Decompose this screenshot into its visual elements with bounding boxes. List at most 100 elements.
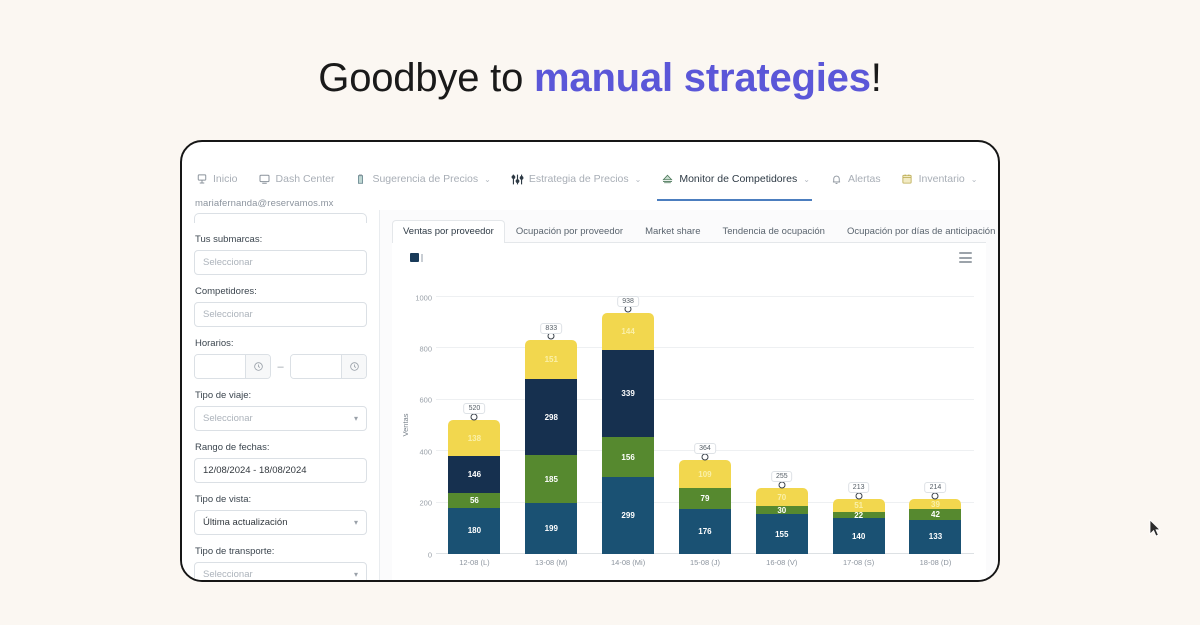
tab-market-share[interactable]: Market share [634, 220, 711, 242]
bar-stack[interactable]: 151 298 185 199 [525, 339, 578, 554]
bar-column[interactable]: 151 298 185 199 833 [525, 297, 578, 554]
tab-label: Ventas por proveedor [403, 226, 494, 237]
bar-segment-serie-2[interactable]: 185 [525, 455, 578, 503]
bar-segment-serie-1[interactable]: 155 [755, 514, 808, 554]
bar-segment-serie-2[interactable]: 156 [602, 437, 655, 478]
bar-segment-serie-3[interactable]: 339 [602, 349, 655, 438]
nav-item-sugerencia-de-precios[interactable]: Sugerencia de Precios ⌄ [354, 168, 501, 190]
bar-segment-serie-4[interactable]: 144 [602, 312, 655, 350]
y-axis-tick: 800 [419, 344, 432, 354]
nav-item-inventario[interactable]: Inventario ⌄ [901, 168, 989, 190]
nav-item-dash-center[interactable]: Dash Center [258, 168, 346, 190]
tab-label: Market share [645, 226, 701, 237]
bar-segment-value: 133 [928, 532, 943, 542]
time-end-input[interactable] [289, 354, 367, 379]
calendar-icon [901, 173, 914, 186]
nav-item-label: Monitor de Competidores [679, 173, 798, 185]
bar-segment-serie-4[interactable]: 39 [909, 499, 962, 510]
field-tipo-de-viaje[interactable]: Seleccionar ▾ [194, 406, 367, 431]
bar-stack[interactable]: 39 42 133 [909, 499, 962, 554]
field-value-tipo-de-vista: Última actualización [203, 517, 288, 528]
app-body: Tus submarcas: Seleccionar Competidores: Se… [182, 210, 998, 580]
bar-segment-serie-3[interactable]: 298 [525, 378, 578, 456]
bar-segment-serie-4[interactable]: 138 [448, 420, 501, 456]
bar-segment-serie-2[interactable]: 42 [909, 509, 962, 520]
time-end-value[interactable] [290, 355, 341, 378]
bar-column[interactable]: 39 42 133 214 [909, 297, 962, 554]
bar-segment-serie-2[interactable]: 56 [448, 493, 501, 508]
bar-segment-serie-4[interactable]: 70 [755, 488, 808, 507]
field-tipo-de-transporte[interactable]: Seleccionar ▾ [194, 562, 367, 580]
bar-column[interactable]: 138 146 56 180 520 [448, 297, 501, 554]
nav-item-label: Sugerencia de Precios [372, 173, 479, 185]
chevron-down-icon: ⌄ [803, 174, 810, 184]
bar-total-label: 214 [924, 482, 947, 494]
bar-total-label: 255 [770, 471, 793, 483]
bar-segment-serie-1[interactable]: 133 [909, 519, 962, 554]
bar-segment-serie-1[interactable]: 199 [525, 502, 578, 554]
bar-segment-value: 79 [700, 494, 710, 504]
nav-item-alertas[interactable]: Alertas [830, 168, 892, 190]
y-axis-label: Ventas [400, 413, 410, 436]
tab-ventas-por-proveedor[interactable]: Ventas por proveedor [392, 220, 505, 243]
legend-tick-icon [421, 254, 423, 262]
bar-segment-value: 30 [777, 506, 787, 515]
field-rango-de-fechas[interactable]: 12/08/2024 - 18/08/2024 [194, 458, 367, 483]
tab-label: Ocupación por días de anticipación [846, 226, 996, 237]
bar-segment-serie-2[interactable]: 79 [678, 488, 731, 509]
time-start-value[interactable] [195, 355, 246, 378]
field-submarcas[interactable]: Seleccionar [194, 250, 367, 275]
bar-segment-serie-4[interactable]: 51 [832, 499, 885, 513]
mouse-cursor [1149, 519, 1161, 537]
x-axis-label: 14-08 (Mi) [611, 558, 646, 567]
total-marker-dot [701, 453, 709, 461]
clock-icon[interactable] [341, 355, 366, 378]
bar-segment-serie-4[interactable]: 109 [678, 460, 731, 489]
chevron-down-icon: ⌄ [970, 174, 978, 184]
nav-item-monitor-de-competidores[interactable]: Monitor de Competidores ⌄ [657, 168, 821, 201]
filters-sidebar: Tus submarcas: Seleccionar Competidores: Se… [182, 210, 380, 580]
nav-item-label: Inicio [213, 173, 238, 185]
app-window: Inicio Dash Center Sugerencia de Precios ⌄ E… [180, 140, 1000, 582]
bar-stack[interactable]: 109 79 176 [678, 460, 731, 554]
tab-ocupaci-n-por-d-as-de-anticipaci-n[interactable]: Ocupación por días de anticipación [836, 220, 998, 242]
bar-segment-serie-1[interactable]: 176 [678, 508, 731, 554]
bar-segment-serie-2[interactable]: 30 [755, 506, 808, 515]
field-tipo-de-vista[interactable]: Última actualización ▾ [194, 510, 367, 535]
time-start-input[interactable] [194, 354, 272, 379]
tab-tendencia-de-ocupaci-n[interactable]: Tendencia de ocupación [712, 220, 836, 242]
bar-stack[interactable]: 51 22 140 [832, 499, 885, 554]
tab-ocupaci-n-por-proveedor[interactable]: Ocupación por proveedor [505, 220, 634, 242]
field-competidores[interactable]: Seleccionar [194, 302, 367, 327]
chart-menu-icon[interactable] [959, 252, 972, 263]
bar-column[interactable]: 70 30 155 255 [755, 297, 808, 554]
truncated-field-above[interactable] [194, 213, 367, 223]
bar-stack[interactable]: 70 30 155 [755, 488, 808, 554]
bar-segment-serie-4[interactable]: 151 [525, 339, 578, 379]
bar-column[interactable]: 51 22 140 213 [832, 297, 885, 554]
field-value-tipo-de-viaje: Seleccionar [203, 413, 253, 424]
bar-segment-value: 109 [698, 469, 712, 479]
bar-segment-value: 151 [544, 354, 558, 364]
bar-stack[interactable]: 138 146 56 180 [448, 420, 501, 554]
bar-total-label: 938 [617, 295, 639, 307]
nav-item-estrategia-de-precios[interactable]: Estrategia de Precios ⌄ [511, 168, 653, 190]
bar-stack[interactable]: 144 339 156 299 [602, 312, 655, 554]
total-marker-dot [855, 492, 863, 500]
bar-column[interactable]: 109 79 176 364 [678, 297, 731, 554]
home-icon [195, 173, 208, 186]
legend-swatch[interactable] [410, 253, 419, 262]
bar-segment-serie-1[interactable]: 299 [602, 477, 655, 554]
clock-icon[interactable] [245, 355, 271, 378]
radar-icon [661, 173, 674, 186]
field-label-tipo-de-transporte: Tipo de transporte: [195, 546, 275, 557]
field-label-tipo-de-viaje: Tipo de viaje: [195, 390, 252, 401]
bar-segment-value: 51 [854, 501, 864, 511]
bar-segment-serie-1[interactable]: 140 [832, 518, 885, 554]
bar-column[interactable]: 144 339 156 299 938 [602, 295, 655, 554]
bar-segment-serie-1[interactable]: 180 [448, 507, 501, 554]
field-value-rango-de-fechas: 12/08/2024 - 18/08/2024 [203, 465, 307, 476]
nav-item-inicio[interactable]: Inicio [195, 168, 249, 190]
bar-segment-serie-3[interactable]: 146 [448, 455, 501, 494]
bar-total-label: 364 [694, 443, 716, 455]
